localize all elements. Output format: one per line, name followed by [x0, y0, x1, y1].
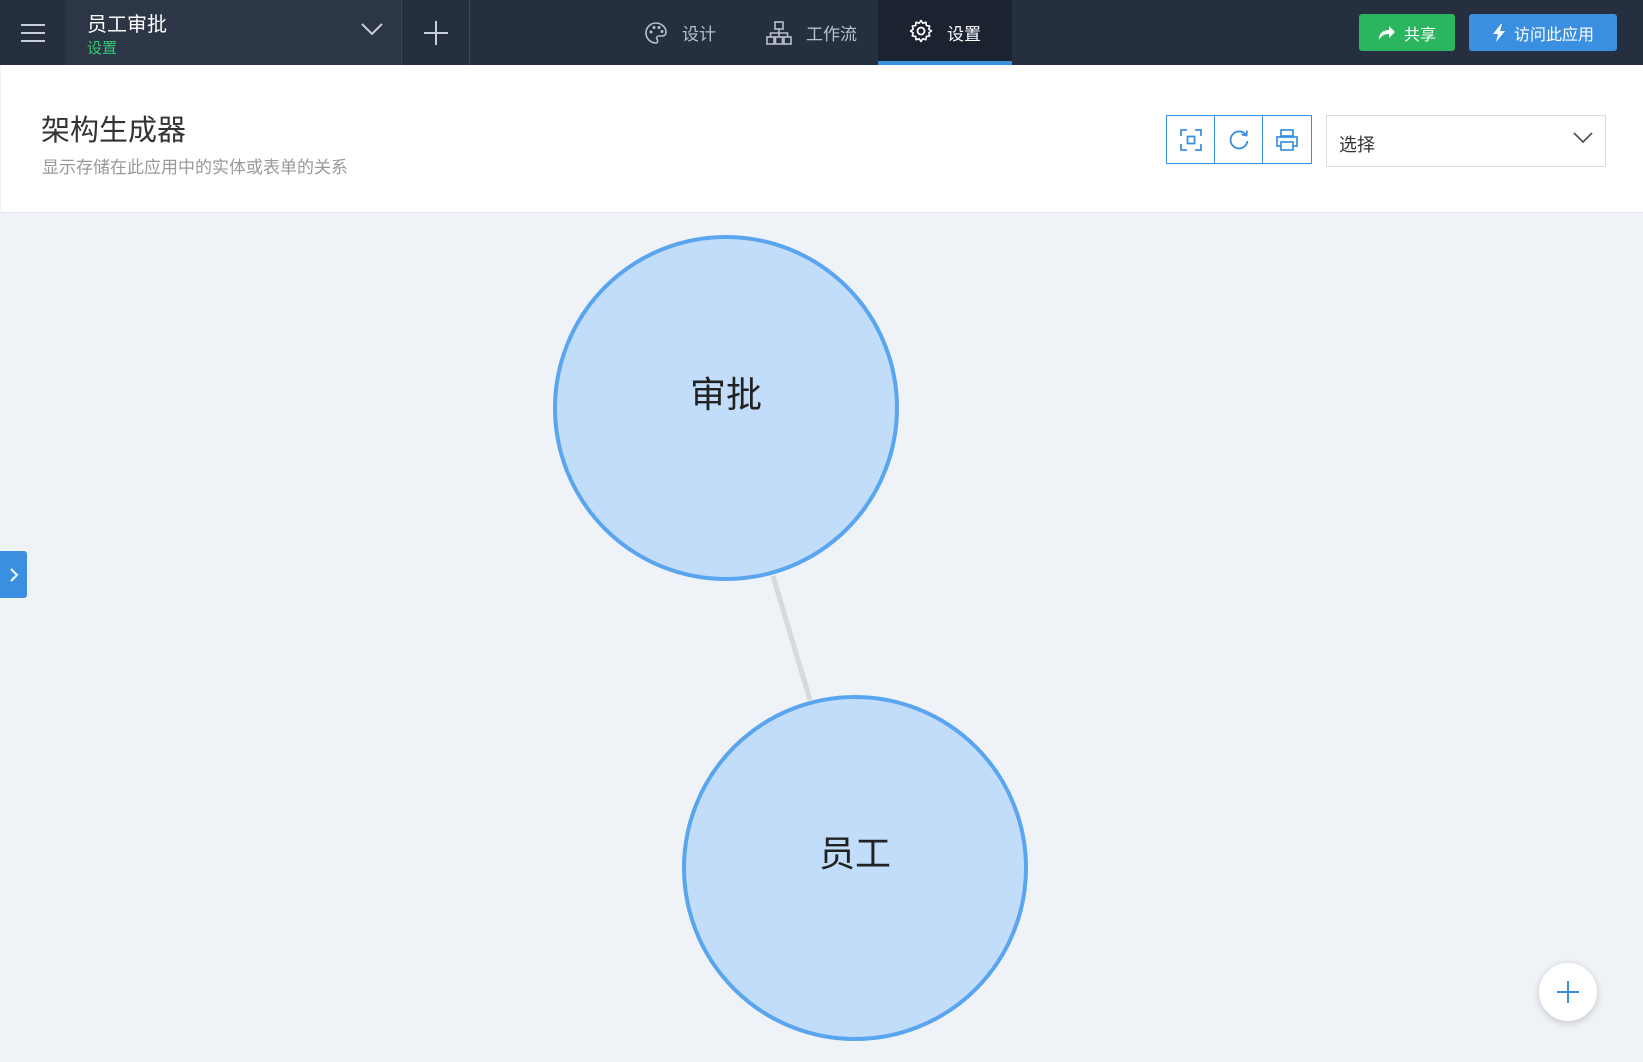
- share-arrow-icon: [1378, 25, 1395, 40]
- chevron-right-icon: [9, 567, 18, 582]
- node-approval-label: 审批: [690, 375, 762, 416]
- refresh-icon: [1229, 129, 1248, 149]
- relation-edge: [770, 575, 813, 701]
- print-icon: [1276, 128, 1298, 151]
- page-title: 架构生成器: [41, 113, 187, 147]
- plus-icon: [424, 20, 448, 45]
- sidebar-toggle-button[interactable]: [0, 551, 27, 598]
- app-switcher[interactable]: 员工审批 设置: [65, 0, 402, 65]
- add-button[interactable]: [403, 0, 470, 65]
- entity-select[interactable]: 选择: [1326, 115, 1606, 167]
- lightning-icon: [1492, 23, 1505, 42]
- share-button[interactable]: 共享: [1359, 14, 1455, 51]
- hamburger-icon: [20, 23, 45, 42]
- visit-app-label: 访问此应用: [1513, 24, 1594, 44]
- chevron-down-icon: [1573, 132, 1593, 144]
- plus-icon: [1557, 981, 1579, 1003]
- tab-design[interactable]: 设计: [615, 0, 745, 65]
- tab-settings[interactable]: 设置: [878, 0, 1012, 65]
- fit-screen-icon: [1179, 128, 1202, 151]
- entity-select-value: 选择: [1339, 135, 1375, 156]
- node-approval[interactable]: 审批: [553, 235, 899, 581]
- gear-icon: [909, 19, 933, 43]
- refresh-button[interactable]: [1215, 116, 1263, 163]
- visit-app-button[interactable]: 访问此应用: [1469, 14, 1617, 51]
- add-entity-fab[interactable]: [1539, 963, 1597, 1021]
- palette-icon: [644, 21, 668, 45]
- app-name: 员工审批: [87, 12, 167, 36]
- app-section: 设置: [87, 39, 118, 57]
- node-employee-label: 员工: [819, 834, 891, 875]
- print-button[interactable]: [1263, 116, 1311, 163]
- top-bar: 员工审批 设置 设计 工作流 设置 共享 访问此应用: [0, 0, 1643, 65]
- fit-screen-button[interactable]: [1167, 116, 1215, 163]
- page-description: 显示存储在此应用中的实体或表单的关系: [42, 158, 348, 178]
- schema-diagram: 审批 员工: [553, 235, 1028, 1041]
- share-label: 共享: [1403, 24, 1436, 44]
- hamburger-menu-button[interactable]: [0, 0, 65, 65]
- tab-workflow-label: 工作流: [806, 25, 857, 45]
- tab-settings-label: 设置: [947, 25, 981, 45]
- workflow-icon: [766, 20, 792, 45]
- node-employee[interactable]: 员工: [682, 695, 1028, 1041]
- chevron-down-icon: [361, 23, 383, 36]
- tab-workflow[interactable]: 工作流: [745, 0, 878, 65]
- page-header: 架构生成器 显示存储在此应用中的实体或表单的关系 选择: [1, 65, 1643, 213]
- tab-design-label: 设计: [682, 25, 716, 45]
- diagram-canvas[interactable]: 审批 员工: [0, 213, 1643, 1062]
- diagram-toolbar: [1166, 115, 1312, 164]
